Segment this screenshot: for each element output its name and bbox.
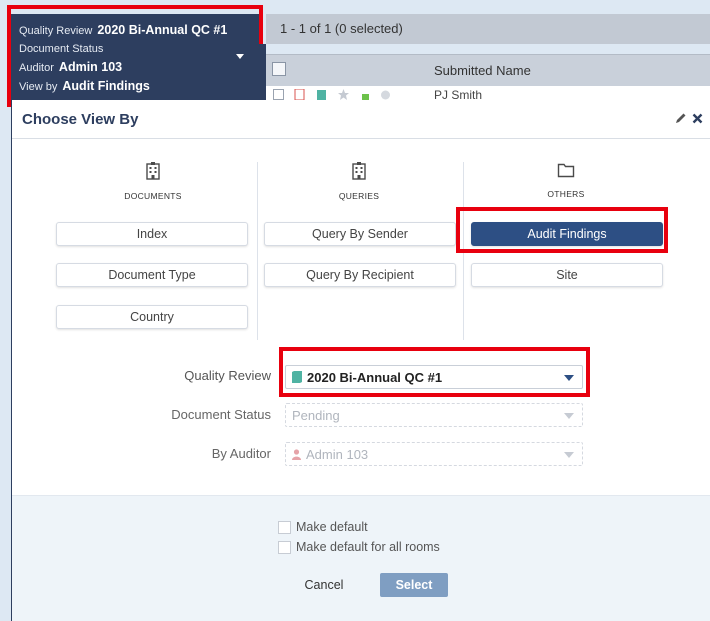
table-row[interactable]: PJ Smith — [266, 86, 710, 100]
quality-review-value: 2020 Bi-Annual QC #1 — [307, 369, 443, 385]
view-option-document-type[interactable]: Document Type — [56, 263, 248, 287]
cancel-button[interactable]: Cancel — [289, 573, 359, 597]
checkbox[interactable] — [278, 540, 291, 554]
close-icon[interactable] — [692, 113, 703, 124]
view-option-index[interactable]: Index — [56, 222, 248, 246]
view-option-site[interactable]: Site — [471, 263, 663, 287]
checkbox[interactable] — [278, 520, 291, 534]
view-option-query-by-sender[interactable]: Query By Sender — [264, 222, 456, 246]
star-icon[interactable] — [338, 89, 349, 100]
quality-review-select[interactable]: 2020 Bi-Annual QC #1 — [285, 365, 583, 389]
by-auditor-label: By Auditor — [211, 446, 271, 461]
dialog-footer — [12, 495, 710, 621]
document-status-select[interactable]: Pending — [285, 403, 583, 427]
view-option-country[interactable]: Country — [56, 305, 248, 329]
dialog-title: Choose View By — [22, 111, 139, 128]
dialog-title-actions — [674, 112, 703, 125]
select-button[interactable]: Select — [380, 573, 448, 597]
view-option-audit-findings[interactable]: Audit Findings — [471, 222, 663, 246]
column-submitted-name[interactable]: Submitted Name — [434, 63, 531, 78]
context-auditor: Auditor Admin 103 — [19, 60, 123, 74]
category-others: OTHERS — [471, 162, 661, 199]
category-label: QUERIES — [338, 191, 380, 201]
grid-side-strip — [259, 44, 266, 100]
info-icon[interactable] — [380, 89, 391, 100]
chevron-down-icon[interactable] — [236, 54, 244, 59]
document-status-label: Document Status — [171, 407, 271, 422]
building-icon — [352, 162, 366, 180]
make-default-all-rooms-label: Make default for all rooms — [296, 540, 440, 554]
make-default-all-rooms-checkbox[interactable]: Make default for all rooms — [278, 540, 440, 554]
by-auditor-select[interactable]: Admin 103 — [285, 442, 583, 466]
make-default-checkbox[interactable]: Make default — [278, 520, 368, 534]
lock-icon[interactable] — [360, 89, 371, 100]
quality-review-label: Quality Review — [184, 368, 271, 383]
choose-view-by-dialog: Choose View By DOCUMENTS Index Document … — [11, 100, 710, 621]
category-label: OTHERS — [547, 189, 585, 199]
make-default-label: Make default — [296, 520, 368, 534]
category-documents: DOCUMENTS — [58, 162, 248, 201]
building-icon — [146, 162, 160, 180]
category-label: DOCUMENTS — [124, 191, 182, 201]
document-icon[interactable] — [316, 89, 327, 100]
pdf-icon[interactable] — [294, 89, 305, 100]
select-all-checkbox[interactable] — [272, 62, 286, 76]
view-option-query-by-recipient[interactable]: Query By Recipient — [264, 263, 456, 287]
document-status-value: Pending — [292, 407, 340, 423]
context-quality-review: Quality Review 2020 Bi-Annual QC #1 — [19, 23, 228, 37]
by-auditor-value: Admin 103 — [306, 446, 369, 462]
column-divider — [257, 162, 258, 340]
chevron-down-icon — [564, 375, 574, 381]
title-divider — [12, 138, 710, 139]
pencil-icon[interactable] — [674, 112, 687, 125]
grid-header: Submitted Name — [266, 54, 710, 86]
results-summary: 1 - 1 of 1 (0 selected) — [266, 14, 710, 44]
document-icon — [292, 371, 302, 383]
context-document-status: Document Status — [19, 43, 104, 55]
folder-icon — [557, 163, 575, 178]
submitted-name-cell: PJ Smith — [434, 88, 483, 100]
page-top-bar — [0, 0, 710, 14]
user-icon — [292, 448, 301, 460]
view-context-panel[interactable]: Quality Review 2020 Bi-Annual QC #1 Docu… — [11, 14, 259, 100]
chevron-down-icon — [564, 452, 574, 458]
chevron-down-icon — [564, 413, 574, 419]
context-view-by: View by Audit Findings — [19, 79, 150, 93]
row-checkbox[interactable] — [273, 89, 284, 100]
column-divider — [463, 162, 464, 340]
category-queries: QUERIES — [264, 162, 454, 201]
